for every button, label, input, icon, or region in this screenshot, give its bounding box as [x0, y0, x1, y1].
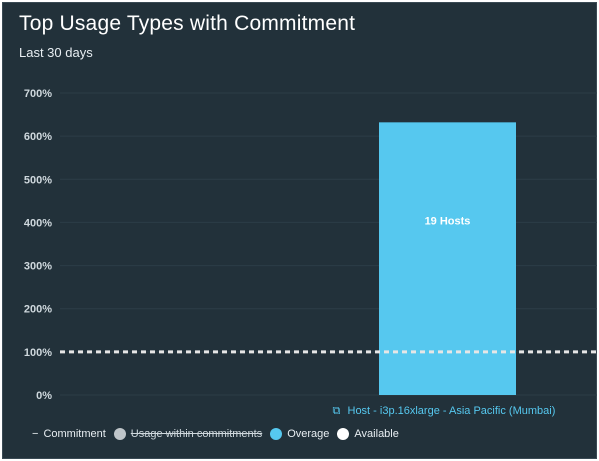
x-category-label[interactable]: Host - i3p.16xlarge - Asia Pacific (Mumb…	[348, 405, 556, 417]
y-tick-label: 0%	[36, 390, 52, 402]
bar[interactable]	[379, 122, 516, 395]
legend-label-overage: Overage	[287, 428, 330, 440]
y-tick-label: 100%	[24, 347, 52, 359]
legend-label-usage-within: Usage within commitments	[130, 428, 263, 440]
chart-legend: − Commitment Usage within commitments Ov…	[32, 428, 407, 440]
circle-icon	[337, 428, 350, 440]
legend-item-commitment[interactable]: − Commitment	[32, 428, 106, 440]
legend-label-commitment: Commitment	[43, 428, 106, 440]
legend-item-overage[interactable]: Overage	[270, 428, 329, 440]
y-tick-label: 400%	[24, 217, 52, 229]
link-icon: ⧉	[333, 405, 341, 417]
dash-icon: −	[32, 428, 39, 440]
y-tick-label: 300%	[24, 261, 52, 273]
bar-chart: 0% 100% 200% 300% 400% 500% 600% 700% 19 Hosts ⧉ H…	[24, 88, 597, 417]
y-tick-label: 600%	[24, 131, 52, 143]
legend-item-available[interactable]: Available	[337, 428, 399, 440]
legend-label-available: Available	[354, 428, 399, 440]
y-tick-label: 500%	[24, 174, 52, 186]
circle-icon	[113, 428, 126, 440]
circle-icon	[270, 428, 283, 440]
bar-value-label: 19 Hosts	[425, 216, 471, 228]
y-tick-label: 200%	[24, 304, 52, 316]
y-tick-label: 700%	[24, 88, 52, 100]
legend-item-usage-within[interactable]: Usage within commitments	[113, 428, 263, 440]
